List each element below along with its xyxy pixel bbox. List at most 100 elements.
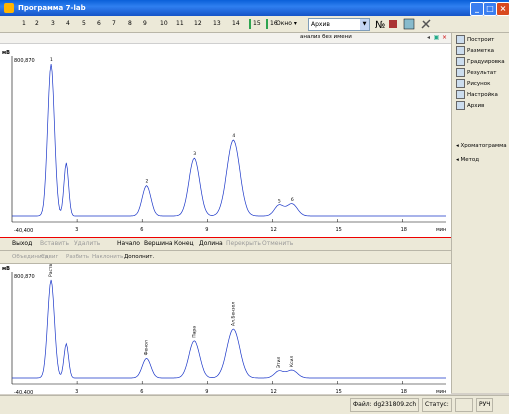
x-tick-label: 3 xyxy=(75,227,78,233)
toolbar-number-11[interactable]: 11 xyxy=(176,19,184,29)
ctrlbar2-button-4[interactable]: Дополнит. xyxy=(124,252,154,262)
tools-icon[interactable] xyxy=(420,18,432,30)
toolbar-number-4[interactable]: 4 xyxy=(66,19,70,29)
chevron-down-icon[interactable]: ▼ xyxy=(360,19,369,30)
pin-icon[interactable]: ◂ xyxy=(425,34,432,41)
toolbar-number-13[interactable]: 13 xyxy=(213,19,221,29)
ctrlbar2-button-1[interactable]: Сдвиг xyxy=(41,252,58,262)
section-method[interactable]: ◂ Метод xyxy=(456,155,479,165)
ctrlbar-button-6[interactable]: Долина xyxy=(199,239,223,249)
status-mode: РУЧ xyxy=(476,398,494,412)
minimize-button[interactable]: _ xyxy=(470,2,484,16)
ctrlbar2-button-2[interactable]: Разбить xyxy=(66,252,89,262)
sidebar-item-3[interactable]: Результат xyxy=(456,68,496,78)
top-plot-header: анализ без имени ◂ ▣ × xyxy=(0,33,451,44)
ctrlbar-button-3[interactable]: Начало xyxy=(117,239,140,249)
x-tick-label: 6 xyxy=(140,227,143,233)
peak-label: Пара xyxy=(191,326,197,338)
peak-control-bar-2: Объединить Сдвиг Разбить Наклонить Дополнит. xyxy=(0,251,451,264)
okno-menu[interactable]: Окно ▾ xyxy=(276,18,306,30)
chromatogram-trace xyxy=(12,279,446,379)
top-chart-svg: мВ800,870-40,400 3 6 9 12 15 18 мин12345 6 xyxy=(2,50,446,234)
app-window: Программа 7-lab _ □ × 1 2 3 4 5 6 7 8 9 10 11 12 13 1… xyxy=(0,0,509,414)
calibration-icon xyxy=(456,57,465,66)
arkhiv-value: Архив xyxy=(311,21,330,28)
peak-label: Ксил xyxy=(289,356,295,368)
active-marker xyxy=(266,19,268,29)
x-tick-label: 9 xyxy=(205,389,208,394)
toolbar-number-7[interactable]: 7 xyxy=(112,19,116,29)
ctrlbar-button-5[interactable]: Конец xyxy=(174,239,194,249)
x-unit-label: мин xyxy=(436,389,446,394)
ctrlbar-button-2[interactable]: Удалить xyxy=(74,239,100,249)
x-tick-label: 18 xyxy=(401,227,407,233)
archive-icon xyxy=(456,101,465,110)
toolbar-number-8[interactable]: 8 xyxy=(128,19,132,29)
sidebar: ◂ Хроматограмма ◂ Метод Построит Разметка… xyxy=(451,33,509,393)
ctrlbar-button-1[interactable]: Вставить xyxy=(40,239,69,249)
svg-text:№: № xyxy=(375,20,385,30)
markup-icon xyxy=(456,46,465,55)
y-bottom-label: -40,400 xyxy=(14,390,33,394)
expand-icon[interactable]: ▣ xyxy=(433,34,440,41)
peak-label: 3 xyxy=(193,151,196,157)
sidebar-item-2[interactable]: Градуировка xyxy=(456,57,505,67)
ctrlbar-button-0[interactable]: Выход xyxy=(12,239,32,249)
y-bottom-label: -40,400 xyxy=(14,228,33,234)
active-marker xyxy=(249,19,251,29)
toolbar-number-12[interactable]: 12 xyxy=(194,19,202,29)
peak-label: 1 xyxy=(50,57,53,63)
maximize-button[interactable]: □ xyxy=(483,2,497,16)
ctrlbar-button-8[interactable]: Отменить xyxy=(262,239,293,249)
settings-icon xyxy=(456,90,465,99)
x-tick-label: 15 xyxy=(336,389,342,394)
y-top-label: 800,870 xyxy=(14,58,35,64)
section-method-label: Метод xyxy=(460,157,480,163)
bottom-chromatogram[interactable]: мВ 800,870 -40,400 3 6 9 12 15 18 мин Раств Фенол Па… xyxy=(0,263,451,396)
x-tick-label: 12 xyxy=(270,389,276,394)
close-button[interactable]: × xyxy=(496,2,509,16)
sidebar-item-label: Архив xyxy=(467,103,485,109)
top-chromatogram[interactable]: мВ 800,870 -40,400 3 6 9 12 15 18 мин 1 2 3 4 5 6 xyxy=(0,44,451,237)
section-chromatogram[interactable]: ◂ Хроматограмма xyxy=(456,141,507,151)
help-icon[interactable]: № xyxy=(374,18,386,30)
peak-label: Фенол xyxy=(144,340,150,355)
close-plot-icon[interactable]: × xyxy=(441,34,448,41)
title-bar: Программа 7-lab _ □ × xyxy=(0,0,509,16)
peak-label: Раств xyxy=(48,264,54,277)
section-chromatogram-label: Хроматограмма xyxy=(460,143,507,149)
x-tick-label: 3 xyxy=(75,389,78,394)
sidebar-item-label: Настройка xyxy=(467,92,498,98)
toolbar-number-3[interactable]: 3 xyxy=(51,19,55,29)
toolbar-number-2[interactable]: 2 xyxy=(35,19,39,29)
status-bar: Файл: dg231809.zch Статус: РУЧ xyxy=(0,395,509,414)
window-title: Программа 7-lab xyxy=(18,4,86,12)
sidebar-item-1[interactable]: Разметка xyxy=(456,46,494,56)
sidebar-item-4[interactable]: Рисунок xyxy=(456,79,490,89)
x-tick-label: 9 xyxy=(205,227,208,233)
toolbar-number-1[interactable]: 1 xyxy=(22,19,26,29)
peak-label: Этил xyxy=(276,356,282,368)
y-top-label: 800,870 xyxy=(14,274,35,280)
ctrlbar-button-7[interactable]: Перекрыть xyxy=(226,239,261,249)
arkhiv-select[interactable]: Архив ▼ xyxy=(308,18,370,31)
x-tick-label: 18 xyxy=(401,389,407,394)
toolbar-number-9[interactable]: 9 xyxy=(143,19,147,29)
ctrlbar-button-4[interactable]: Вершина xyxy=(144,239,173,249)
grid-icon[interactable] xyxy=(403,18,415,30)
toolbar-number-5[interactable]: 5 xyxy=(82,19,86,29)
bottom-chart-svg: мВ 800,870 -40,400 3 6 9 12 15 18 мин Раств Фенол Па… xyxy=(2,263,446,396)
ctrlbar2-button-3[interactable]: Наклонить xyxy=(92,252,123,262)
sidebar-item-5[interactable]: Настройка xyxy=(456,90,498,100)
okno-label: Окно xyxy=(276,20,292,27)
sidebar-item-6[interactable]: Архив xyxy=(456,101,484,111)
status-value xyxy=(455,398,473,412)
book-icon[interactable] xyxy=(387,18,399,30)
toolbar-number-14[interactable]: 14 xyxy=(232,19,240,29)
sidebar-item-label: Разметка xyxy=(467,48,495,54)
toolbar-number-10[interactable]: 10 xyxy=(160,19,168,29)
toolbar-number-15[interactable]: 15 xyxy=(253,19,261,29)
sidebar-item-0[interactable]: Построит xyxy=(456,35,494,45)
toolbar: 1 2 3 4 5 6 7 8 9 10 11 12 13 14 15 16 Окно ▾ Архив ▼ № xyxy=(0,16,509,33)
toolbar-number-6[interactable]: 6 xyxy=(97,19,101,29)
